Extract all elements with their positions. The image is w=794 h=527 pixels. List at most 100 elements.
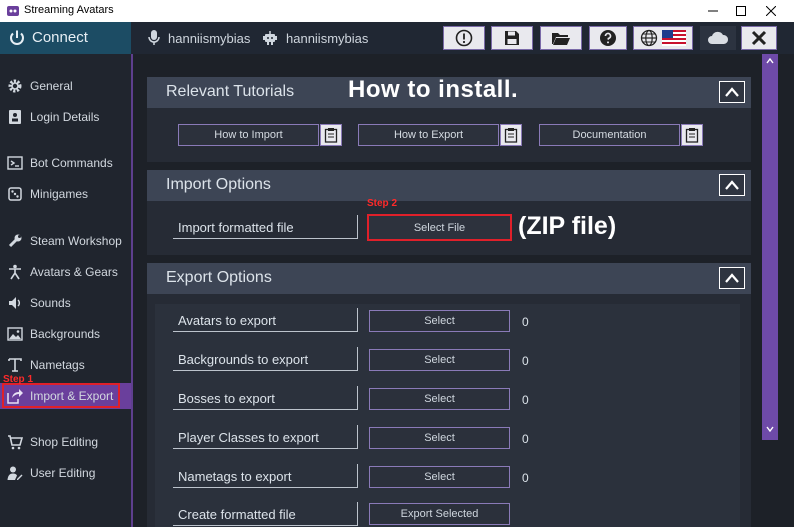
chevron-up-icon xyxy=(725,180,739,190)
scroll-down-icon[interactable] xyxy=(766,426,774,432)
gear-icon xyxy=(8,79,22,93)
tutorials-collapse-button[interactable] xyxy=(719,81,745,103)
main-scrollbar[interactable] xyxy=(762,54,778,440)
title-bar: Streaming Avatars xyxy=(0,0,794,22)
help-button[interactable] xyxy=(589,26,627,50)
sidebar-item-user-editing[interactable]: User Editing xyxy=(0,460,131,486)
export-title: Export Options xyxy=(166,269,272,286)
step1-annotation: Step 1 xyxy=(3,374,34,385)
save-icon xyxy=(505,31,519,45)
maximize-icon xyxy=(736,6,746,16)
folder-icon xyxy=(552,33,570,45)
globe-icon xyxy=(640,29,658,47)
how-to-export-button[interactable]: How to Export xyxy=(358,124,499,146)
terminal-icon xyxy=(7,156,23,170)
how-to-export-label: How to Export xyxy=(393,129,464,141)
sidebar-item-login-details[interactable]: Login Details xyxy=(0,104,131,130)
id-card-icon xyxy=(9,110,21,124)
minimize-button[interactable] xyxy=(698,0,728,22)
sidebar-item-label: Nametags xyxy=(30,358,85,372)
how-to-import-copy-button[interactable] xyxy=(320,124,342,146)
open-folder-button[interactable] xyxy=(540,26,582,50)
export-row-label: Nametags to export xyxy=(173,464,358,488)
mic-user-name: hanniismybias xyxy=(168,30,251,46)
sidebar-item-label: General xyxy=(30,79,73,93)
tutorials-title: Relevant Tutorials xyxy=(166,83,295,100)
user-edit-icon xyxy=(7,466,23,480)
nametags-count: 0 xyxy=(522,471,529,485)
app-root: Streaming Avatars Connect hanniismybias xyxy=(0,0,794,527)
select-backgrounds-button[interactable]: Select xyxy=(369,349,510,371)
robot-icon xyxy=(263,31,277,45)
zip-file-annotation: (ZIP file) xyxy=(518,212,617,240)
sidebar-item-backgrounds[interactable]: Backgrounds xyxy=(0,321,131,347)
connect-label: Connect xyxy=(32,29,88,46)
cloud-button[interactable] xyxy=(700,26,736,50)
export-collapse-button[interactable] xyxy=(719,267,745,289)
clipboard-icon xyxy=(685,128,699,143)
select-avatars-button[interactable]: Select xyxy=(369,310,510,332)
sidebar-item-sounds[interactable]: Sounds xyxy=(0,290,131,316)
scroll-up-icon[interactable] xyxy=(766,58,774,64)
select-label: Select xyxy=(424,432,455,444)
how-to-import-button[interactable]: How to Import xyxy=(178,124,319,146)
select-nametags-button[interactable]: Select xyxy=(369,466,510,488)
connect-button[interactable]: Connect xyxy=(0,22,131,54)
select-label: Select xyxy=(424,471,455,483)
documentation-copy-button[interactable] xyxy=(681,124,703,146)
import-panel: Import Options xyxy=(147,170,751,255)
clipboard-icon xyxy=(324,128,338,143)
power-icon xyxy=(10,30,24,45)
wrench-icon xyxy=(8,234,22,248)
import-panel-header: Import Options xyxy=(147,170,751,201)
alert-icon xyxy=(455,29,473,47)
sidebar-item-label: Backgrounds xyxy=(30,327,101,341)
top-bar: Connect hanniismybias hanniismybias xyxy=(0,22,794,54)
sidebar-item-avatars-gears[interactable]: Avatars & Gears xyxy=(0,259,131,285)
text-icon xyxy=(8,358,22,372)
person-icon xyxy=(9,264,21,280)
language-button[interactable] xyxy=(633,26,693,50)
export-panel-header: Export Options xyxy=(147,263,751,294)
sidebar-item-minigames[interactable]: Minigames xyxy=(0,181,131,207)
avatars-count: 0 xyxy=(522,315,529,329)
image-icon xyxy=(7,327,23,341)
save-button[interactable] xyxy=(491,26,533,50)
select-bosses-button[interactable]: Select xyxy=(369,388,510,410)
maximize-button[interactable] xyxy=(726,0,756,22)
sidebar-item-steam-workshop[interactable]: Steam Workshop xyxy=(0,228,131,254)
backgrounds-count: 0 xyxy=(522,354,529,368)
window-close-button[interactable] xyxy=(756,0,786,22)
import-row-label: Import formatted file xyxy=(173,215,358,239)
sidebar-divider xyxy=(131,54,133,527)
select-file-button[interactable]: Select File xyxy=(367,214,512,241)
sidebar-item-bot-commands[interactable]: Bot Commands xyxy=(0,150,131,176)
select-label: Select xyxy=(424,315,455,327)
sidebar-item-import-export[interactable]: Import & Export xyxy=(0,383,131,409)
sidebar-item-shop-editing[interactable]: Shop Editing xyxy=(0,429,131,455)
alert-button[interactable] xyxy=(443,26,485,50)
create-file-label: Create formatted file xyxy=(173,502,358,526)
cart-icon xyxy=(8,435,23,450)
documentation-button[interactable]: Documentation xyxy=(539,124,680,146)
window-close-icon xyxy=(766,6,776,16)
export-selected-label: Export Selected xyxy=(400,508,479,520)
how-to-export-copy-button[interactable] xyxy=(500,124,522,146)
close-icon xyxy=(751,30,767,46)
select-player-classes-button[interactable]: Select xyxy=(369,427,510,449)
how-to-install-annotation: How to install. xyxy=(348,76,519,103)
export-selected-button[interactable]: Export Selected xyxy=(369,503,510,525)
import-title: Import Options xyxy=(166,176,271,193)
window-title: Streaming Avatars xyxy=(24,4,114,16)
us-flag-icon xyxy=(662,30,686,46)
step2-annotation: Step 2 xyxy=(367,198,398,209)
export-rows-container xyxy=(155,304,740,527)
sidebar-item-label: Shop Editing xyxy=(30,435,99,449)
dice-icon xyxy=(8,187,22,201)
cloud-icon xyxy=(708,31,729,44)
sidebar-item-label: Steam Workshop xyxy=(30,234,122,248)
import-collapse-button[interactable] xyxy=(719,174,745,196)
sidebar-item-general[interactable]: General xyxy=(0,73,131,99)
chevron-up-icon xyxy=(725,273,739,283)
app-close-button[interactable] xyxy=(741,26,777,50)
